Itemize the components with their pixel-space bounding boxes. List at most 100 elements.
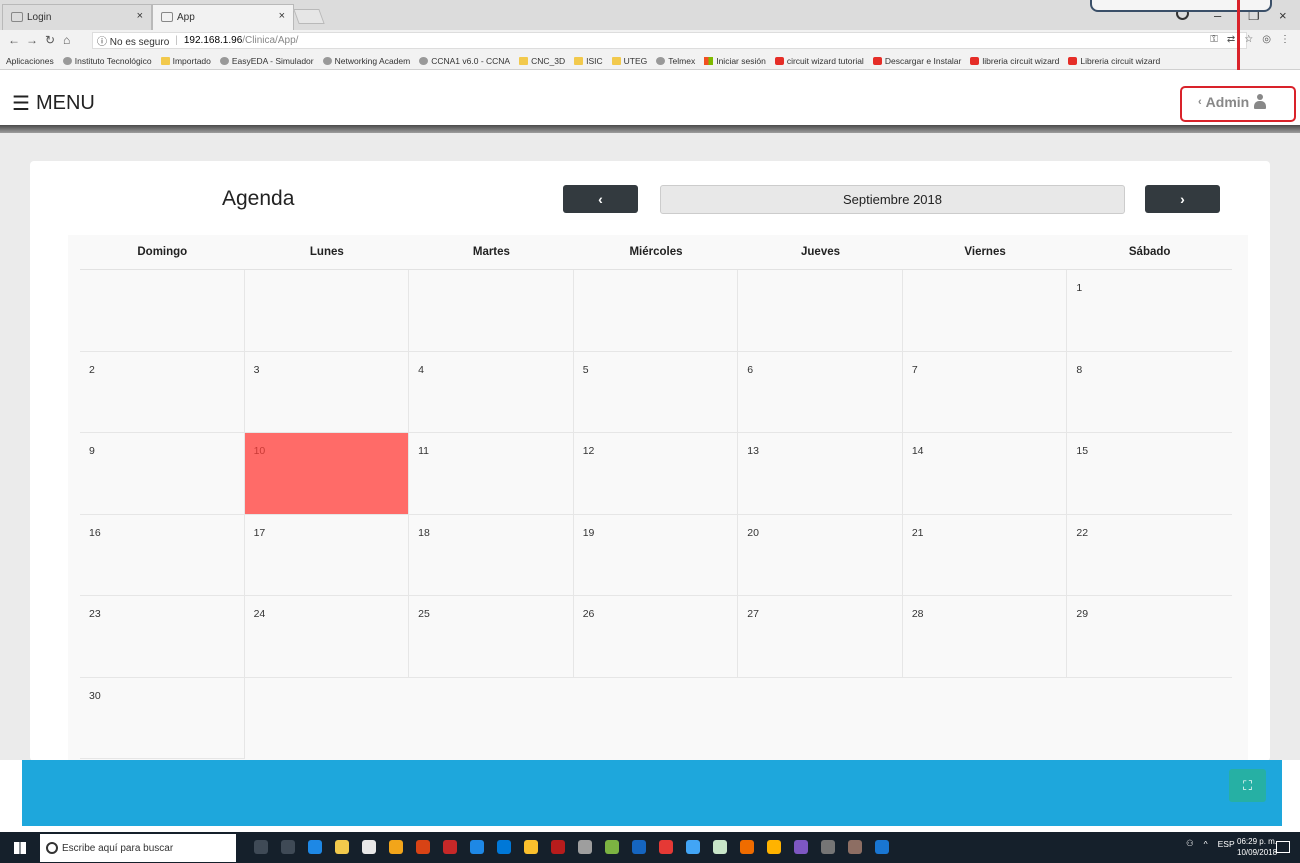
tab-app[interactable]: App × — [152, 4, 294, 30]
reload-icon[interactable]: ↻ — [45, 33, 55, 47]
vlc-icon[interactable] — [767, 840, 781, 854]
bookmark-item[interactable]: Telmex — [656, 56, 695, 66]
calendar-day-cell[interactable] — [80, 270, 245, 352]
security-status[interactable]: ⓘ No es seguro — [97, 33, 169, 48]
app-icon[interactable] — [605, 840, 619, 854]
taskbar-search-input[interactable]: Escribe aquí para buscar — [40, 834, 236, 862]
home-icon[interactable]: ⌂ — [63, 33, 70, 47]
extension-icon[interactable]: ◎ — [1262, 34, 1271, 45]
calendar-day-cell[interactable] — [738, 270, 903, 352]
back-icon[interactable]: ← — [8, 33, 20, 47]
calendar-day-cell[interactable]: 30 — [80, 677, 245, 759]
forward-icon[interactable]: → — [26, 33, 38, 47]
bookmark-item[interactable]: Descargar e Instalar — [872, 56, 961, 66]
bookmark-item[interactable]: CCNA1 v6.0 - CCNA — [419, 56, 510, 66]
translate-icon[interactable]: ⇄ — [1227, 34, 1235, 45]
windows-icon[interactable] — [497, 840, 511, 854]
chevron-up-icon[interactable]: ^ — [1204, 839, 1208, 849]
calendar-day-cell[interactable] — [902, 270, 1068, 352]
app-icon[interactable] — [524, 840, 538, 854]
calendar-day-cell[interactable]: 15 — [1067, 433, 1232, 515]
bookmark-item[interactable]: circuit wizard tutorial — [774, 56, 864, 66]
bookmark-item[interactable]: EasyEDA - Simulador — [219, 56, 314, 66]
calendar-day-cell[interactable]: 25 — [409, 596, 574, 678]
calendar-day-cell[interactable]: 18 — [409, 514, 574, 596]
language-indicator[interactable]: ESP — [1218, 839, 1235, 849]
app-icon[interactable] — [713, 840, 727, 854]
calendar-day-cell[interactable]: 12 — [573, 433, 739, 515]
bookmark-item[interactable]: Instituto Tecnológico — [62, 56, 152, 66]
next-month-button[interactable]: › — [1145, 185, 1220, 213]
calendar-day-cell[interactable]: 14 — [902, 433, 1068, 515]
people-icon[interactable]: ⚇ — [1186, 838, 1194, 849]
star-icon[interactable]: ☆ — [1244, 34, 1253, 45]
bookmark-item[interactable]: ISIC — [574, 56, 603, 66]
calendar-day-cell[interactable]: 2 — [80, 351, 245, 433]
key-icon[interactable]: ⚿ — [1210, 34, 1218, 45]
app-icon[interactable] — [794, 840, 808, 854]
close-icon[interactable]: × — [279, 10, 285, 22]
calendar-day-cell[interactable]: 23 — [80, 596, 245, 678]
vpn-icon[interactable] — [470, 840, 484, 854]
more-menu-icon[interactable]: ⋮ — [1280, 34, 1290, 45]
tab-login[interactable]: Login × — [2, 4, 152, 30]
app-icon[interactable] — [686, 840, 700, 854]
calendar-day-cell[interactable]: 9 — [80, 433, 245, 515]
microphone-icon[interactable] — [254, 840, 268, 854]
calendar-day-cell[interactable]: 28 — [902, 596, 1068, 678]
calendar-day-cell[interactable]: 6 — [738, 351, 903, 433]
clock[interactable]: 06:29 p. m. 10/09/2018 — [1237, 836, 1277, 858]
calendar-day-cell[interactable]: 4 — [409, 351, 574, 433]
windows-start-icon[interactable] — [14, 842, 26, 854]
app-icon[interactable] — [740, 840, 754, 854]
close-window-icon[interactable]: × — [1279, 8, 1287, 23]
task-view-icon[interactable] — [281, 840, 295, 854]
fullscreen-button[interactable]: ⛶ — [1229, 769, 1266, 802]
calendar-day-cell[interactable] — [244, 270, 410, 352]
calendar-day-cell[interactable] — [409, 270, 574, 352]
bookmark-item[interactable]: Libreria circuit wizard — [1068, 56, 1160, 66]
calendar-day-cell[interactable] — [573, 270, 739, 352]
calendar-day-cell[interactable]: 20 — [738, 514, 903, 596]
acrobat-icon[interactable] — [551, 840, 565, 854]
bookmark-item[interactable]: Networking Academ — [322, 56, 410, 66]
new-tab-button[interactable] — [293, 9, 325, 24]
url-input[interactable]: ⓘ No es seguro | 192.168.1.96 /Clinica/A… — [92, 32, 1247, 49]
bookmark-item[interactable]: Aplicaciones — [6, 56, 54, 66]
calendar-day-cell[interactable]: 7 — [902, 351, 1068, 433]
calendar-day-cell[interactable]: 27 — [738, 596, 903, 678]
calendar-day-cell[interactable]: 22 — [1067, 515, 1232, 596]
calendar-day-cell[interactable]: 3 — [244, 351, 410, 433]
chrome-icon[interactable] — [389, 840, 403, 854]
app-icon[interactable] — [848, 840, 862, 854]
bookmark-item[interactable]: UTEG — [611, 56, 647, 66]
calendar-day-cell[interactable]: 24 — [244, 596, 410, 678]
settings-icon[interactable] — [578, 840, 592, 854]
bookmark-item[interactable]: libreria circuit wizard — [970, 56, 1059, 66]
calendar-day-cell[interactable]: 10 — [244, 433, 410, 515]
calendar-day-cell[interactable]: 17 — [244, 514, 410, 596]
notifications-icon[interactable] — [1276, 841, 1290, 853]
app-icon[interactable] — [416, 840, 430, 854]
store-icon[interactable] — [362, 840, 376, 854]
calendar-day-cell[interactable]: 26 — [573, 596, 739, 678]
calendar-day-cell[interactable]: 1 — [1067, 270, 1232, 352]
calendar-day-cell[interactable]: 21 — [902, 514, 1068, 596]
calendar-day-cell[interactable]: 8 — [1067, 352, 1232, 433]
java-icon[interactable] — [443, 840, 457, 854]
calendar-day-cell[interactable]: 29 — [1067, 596, 1232, 678]
calendar-day-cell[interactable]: 13 — [738, 433, 903, 515]
calendar-day-cell[interactable]: 19 — [573, 514, 739, 596]
calendar-day-cell[interactable]: 16 — [80, 514, 245, 596]
bookmark-item[interactable]: CNC_3D — [519, 56, 565, 66]
calendar-day-cell[interactable]: 11 — [409, 433, 574, 515]
word-icon[interactable] — [875, 840, 889, 854]
app-icon[interactable] — [632, 840, 646, 854]
menu-button[interactable]: ☰ MENU — [12, 91, 95, 116]
prev-month-button[interactable]: ‹ — [563, 185, 638, 213]
edge-icon[interactable] — [308, 840, 322, 854]
close-icon[interactable]: × — [137, 10, 143, 22]
calendar-day-cell[interactable]: 5 — [573, 351, 739, 433]
bookmark-item[interactable]: Iniciar sesión — [704, 56, 766, 66]
file-explorer-icon[interactable] — [335, 840, 349, 854]
